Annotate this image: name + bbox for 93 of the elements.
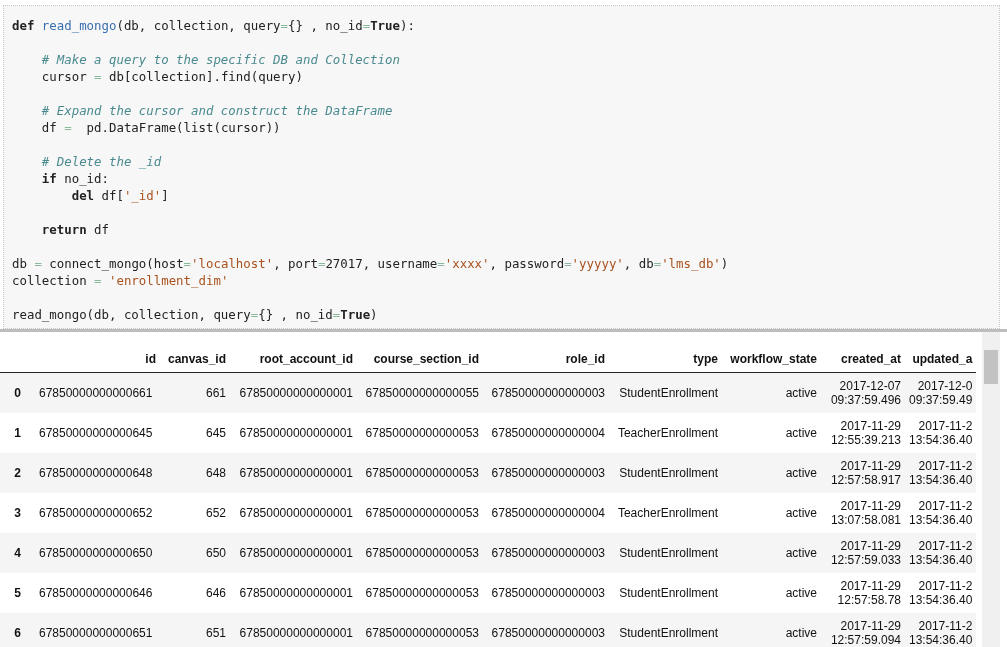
- table-cell: StudentEnrollment: [609, 612, 722, 647]
- table-cell: 2017-11-2 13:54:36.40: [905, 612, 977, 647]
- table-cell: 67850000000000001: [230, 572, 357, 613]
- table-cell: 67850000000000004: [483, 492, 609, 533]
- code-cell[interactable]: [3, 5, 1000, 329]
- table-cell: 2017-11-29 12:57:58.917: [821, 452, 905, 493]
- code-line: # Make a query to the specific DB and Collection: [40, 51, 401, 68]
- table-cell: 2017-11-29 12:57:59.094: [821, 612, 905, 647]
- row-index: 0: [0, 372, 35, 413]
- table-cell: StudentEnrollment: [609, 372, 722, 413]
- table-cell: 2017-11-2 13:54:36.40: [905, 492, 977, 533]
- table-cell: 67850000000000053: [357, 492, 483, 533]
- code-line: if no_id:: [40, 170, 110, 187]
- table-cell: 67850000000000053: [357, 572, 483, 613]
- table-cell: 2017-11-29 12:57:58.78: [821, 572, 905, 613]
- table-cell: active: [722, 612, 821, 647]
- table-cell: 67850000000000003: [483, 572, 609, 613]
- table-cell: 2017-11-2 13:54:36.40: [905, 452, 977, 493]
- table-cell: 67850000000000646: [35, 572, 160, 613]
- table-cell: 2017-11-2 13:54:36.40: [905, 412, 977, 453]
- table-cell: 67850000000000001: [230, 492, 357, 533]
- column-header: id: [35, 346, 160, 373]
- table-cell: 652: [160, 492, 230, 533]
- row-index: 3: [0, 492, 35, 533]
- table-cell: 67850000000000053: [357, 532, 483, 573]
- column-header: updated_a: [905, 346, 977, 373]
- table-cell: 67850000000000003: [483, 452, 609, 493]
- table-cell: StudentEnrollment: [609, 452, 722, 493]
- code-line: df = pd.DataFrame(list(cursor)): [40, 119, 282, 136]
- column-header: type: [609, 346, 722, 373]
- code-line: # Expand the cursor and construct the DataFrame: [40, 102, 394, 119]
- table-cell: 646: [160, 572, 230, 613]
- table-cell: 67850000000000652: [35, 492, 160, 533]
- table-cell: 67850000000000651: [35, 612, 160, 647]
- table-cell: 2017-11-29 12:55:39.213: [821, 412, 905, 453]
- table-cell: 67850000000000661: [35, 372, 160, 413]
- table-cell: 67850000000000003: [483, 372, 609, 413]
- row-index: 2: [0, 452, 35, 493]
- code-line: read_mongo(db, collection, query={} , no_id=True): [12, 306, 379, 323]
- table-cell: 661: [160, 372, 230, 413]
- code-line: def read_mongo(db, collection, query={} , no_id=True):: [12, 17, 416, 34]
- row-index: 4: [0, 532, 35, 573]
- column-header: workflow_state: [722, 346, 821, 373]
- table-cell: 2017-11-29 13:07:58.081: [821, 492, 905, 533]
- table-cell: active: [722, 452, 821, 493]
- column-header: role_id: [483, 346, 609, 373]
- code-line: # Delete the _id: [40, 153, 163, 170]
- table-cell: active: [722, 492, 821, 533]
- code-line: collection = 'enrollment_dim': [12, 272, 230, 289]
- table-cell: 67850000000000001: [230, 612, 357, 647]
- table-cell: active: [722, 412, 821, 453]
- table-cell: active: [722, 372, 821, 413]
- table-cell: 67850000000000053: [357, 452, 483, 493]
- table-cell: 2017-11-2 13:54:36.40: [905, 572, 977, 613]
- table-cell: 67850000000000001: [230, 372, 357, 413]
- row-index: 6: [0, 612, 35, 647]
- table-cell: 67850000000000003: [483, 532, 609, 573]
- table-cell: 67850000000000003: [483, 612, 609, 647]
- column-header: canvas_id: [160, 346, 230, 373]
- code-line: cursor = db[collection].find(query): [40, 68, 304, 85]
- table-cell: 648: [160, 452, 230, 493]
- table-cell: TeacherEnrollment: [609, 412, 722, 453]
- column-header: created_at: [821, 346, 905, 373]
- table-cell: StudentEnrollment: [609, 572, 722, 613]
- column-header: root_account_id: [230, 346, 357, 373]
- code-line: return df: [40, 221, 110, 238]
- table-cell: 2017-11-29 12:57:59.033: [821, 532, 905, 573]
- table-cell: 67850000000000650: [35, 532, 160, 573]
- table-cell: 67850000000000645: [35, 412, 160, 453]
- row-index: 5: [0, 572, 35, 613]
- table-cell: 67850000000000004: [483, 412, 609, 453]
- table-cell: StudentEnrollment: [609, 532, 722, 573]
- table-cell: 67850000000000053: [357, 612, 483, 647]
- table-cell: active: [722, 572, 821, 613]
- table-cell: TeacherEnrollment: [609, 492, 722, 533]
- table-cell: 645: [160, 412, 230, 453]
- table-cell: 650: [160, 532, 230, 573]
- row-index: 1: [0, 412, 35, 453]
- table-cell: 2017-12-07 09:37:59.496: [821, 372, 905, 413]
- table-cell: 2017-11-2 13:54:36.40: [905, 532, 977, 573]
- column-header: course_section_id: [357, 346, 483, 373]
- table-cell: 67850000000000053: [357, 412, 483, 453]
- code-line: db = connect_mongo(host='localhost', port=27017, username='xxxx', password='yyyyy', db='lms_db'): [12, 255, 730, 272]
- table-cell: 67850000000000001: [230, 532, 357, 573]
- table-cell: 2017-12-0 09:37:59.49: [905, 372, 977, 413]
- table-cell: active: [722, 532, 821, 573]
- table-cell: 67850000000000001: [230, 452, 357, 493]
- table-cell: 67850000000000001: [230, 412, 357, 453]
- table-cell: 67850000000000055: [357, 372, 483, 413]
- table-cell: 651: [160, 612, 230, 647]
- code-line: del df['_id']: [70, 187, 170, 204]
- table-cell: 67850000000000648: [35, 452, 160, 493]
- vertical-scrollbar[interactable]: [982, 332, 1000, 647]
